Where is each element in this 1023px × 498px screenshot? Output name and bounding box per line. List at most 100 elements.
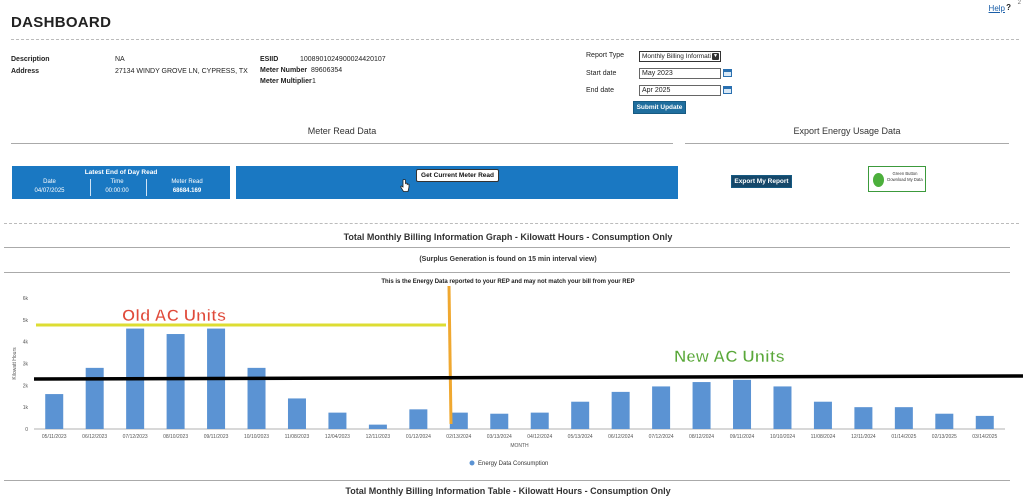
bar — [854, 407, 873, 429]
start-date-label: Start date — [586, 70, 617, 77]
hand-cursor-icon — [400, 179, 410, 192]
x-tick-label: 09/11/2024 — [730, 434, 755, 440]
legend-marker — [469, 460, 475, 466]
x-tick-label: 08/10/2023 — [163, 434, 188, 440]
bar — [166, 334, 185, 429]
help-question-icon[interactable]: ? — [1006, 3, 1011, 12]
report-type-value: Monthly Billing Informati — [642, 53, 711, 60]
bar — [328, 412, 347, 429]
bar — [45, 394, 64, 429]
esiid-label: ESIID — [260, 56, 279, 63]
end-date-input[interactable]: Apr 2025 — [639, 85, 721, 96]
x-tick-label: 02/13/2024 — [446, 434, 471, 440]
x-tick-label: 02/13/2025 — [932, 434, 957, 440]
bar — [813, 401, 832, 429]
graph-title-divider — [4, 247, 1010, 248]
x-tick-label: 03/13/2024 — [487, 434, 512, 440]
x-tick-label: 09/11/2023 — [204, 434, 229, 440]
chevron-down-icon: ▼ — [712, 53, 719, 60]
panel-divider — [146, 179, 147, 196]
graph-notice: This is the Energy Data reported to your… — [381, 279, 635, 285]
get-current-meter-read-button[interactable]: Get Current Meter Read — [416, 169, 499, 182]
x-tick-label: 07/12/2023 — [123, 434, 148, 440]
graph-subtitle: (Surplus Generation is found on 15 min i… — [419, 256, 597, 263]
x-tick-label: 08/12/2024 — [689, 434, 714, 440]
table-title: Total Monthly Billing Information Table … — [345, 486, 671, 496]
address-label: Address — [11, 68, 40, 75]
latest-read-title: Latest End of Day Read — [84, 169, 158, 176]
start-date-input[interactable]: May 2023 — [639, 68, 721, 79]
submit-update-button[interactable]: Submit Update — [633, 101, 686, 114]
x-tick-label: 01/14/2025 — [891, 434, 916, 440]
y-tick-label: 2k — [23, 383, 29, 389]
header-divider — [11, 39, 1019, 40]
bar — [733, 379, 752, 429]
bar — [530, 412, 549, 429]
x-tick-label: 12/04/2023 — [325, 434, 350, 440]
date-label: Date — [43, 179, 56, 185]
help-link[interactable]: Help — [989, 4, 1005, 13]
time-label: Time — [110, 179, 124, 185]
meter-read-value: 68684.169 — [172, 188, 202, 194]
bar — [773, 386, 792, 429]
date-value: 04/07/2025 — [34, 188, 65, 194]
y-tick-label: 6k — [23, 296, 29, 302]
x-tick-label: 11/08/2024 — [811, 434, 836, 440]
latest-read-panel: Latest End of Day Read Date 04/07/2025 T… — [12, 166, 230, 199]
time-value: 00:00:00 — [105, 188, 129, 194]
bar — [894, 407, 913, 429]
bar — [692, 382, 711, 429]
new-units-annotation: New AC Units — [674, 347, 785, 366]
calendar-icon[interactable] — [723, 69, 732, 77]
bar — [935, 413, 954, 429]
export-divider — [685, 143, 1009, 144]
meter-multiplier-value: 1 — [312, 78, 316, 85]
green-button-download[interactable]: Green Button Download My Data — [868, 166, 926, 192]
graph-top-divider — [4, 223, 1019, 224]
description-value: NA — [115, 56, 125, 63]
x-tick-label: 03/14/2025 — [972, 434, 997, 440]
x-tick-label: 07/12/2024 — [649, 434, 674, 440]
bar — [368, 424, 387, 429]
export-section-title: Export Energy Usage Data — [793, 126, 901, 136]
x-tick-label: 05/11/2023 — [42, 434, 67, 440]
report-type-label: Report Type — [586, 52, 625, 59]
bar — [611, 391, 630, 429]
bar — [490, 413, 509, 429]
corner-mark: 2 — [1017, 0, 1021, 6]
y-tick-label: 5k — [23, 318, 29, 324]
y-tick-label: 4k — [23, 340, 29, 346]
y-axis-title: Kilowatt Hours — [12, 347, 18, 380]
meter-read-divider — [11, 143, 673, 144]
current-read-panel: Get Current Meter Read — [236, 166, 678, 199]
bar — [975, 415, 994, 429]
panel-divider — [90, 179, 91, 196]
meter-read-label: Meter Read — [171, 179, 203, 185]
x-tick-label: 12/11/2023 — [366, 434, 391, 440]
x-tick-label: 04/12/2024 — [527, 434, 552, 440]
y-tick-label: 3k — [23, 362, 29, 368]
bar — [449, 412, 468, 429]
graph-subtitle-divider — [4, 272, 1010, 273]
divider-line — [447, 286, 453, 425]
report-type-select[interactable]: Monthly Billing Informati ▼ — [639, 51, 721, 62]
consumption-bar-chart: 0 1k 2k 3k 4k 5k 6k 05/11/2023 06/12/2023 07/12/2… — [12, 286, 1023, 467]
x-axis-title: MONTH — [510, 443, 529, 449]
table-divider — [4, 480, 1010, 481]
calendar-icon[interactable] — [723, 86, 732, 94]
x-tick-label: 06/12/2023 — [82, 434, 107, 440]
green-button-icon — [873, 173, 884, 187]
meter-multiplier-label: Meter Multiplier — [260, 78, 312, 85]
bar — [85, 367, 104, 429]
export-my-report-button[interactable]: Export My Report — [731, 175, 792, 188]
end-date-label: End date — [586, 87, 615, 94]
x-tick-label: 06/12/2024 — [608, 434, 633, 440]
green-button-line2: Download My Data — [887, 177, 923, 182]
esiid-value: 1008901024900024420107 — [300, 56, 386, 63]
graph-title: Total Monthly Billing Information Graph … — [343, 232, 673, 242]
old-units-annotation: Old AC Units — [122, 306, 226, 325]
x-tick-label: 01/12/2024 — [406, 434, 431, 440]
bar — [571, 401, 590, 429]
meter-number-label: Meter Number — [260, 67, 308, 74]
bar — [409, 409, 428, 429]
